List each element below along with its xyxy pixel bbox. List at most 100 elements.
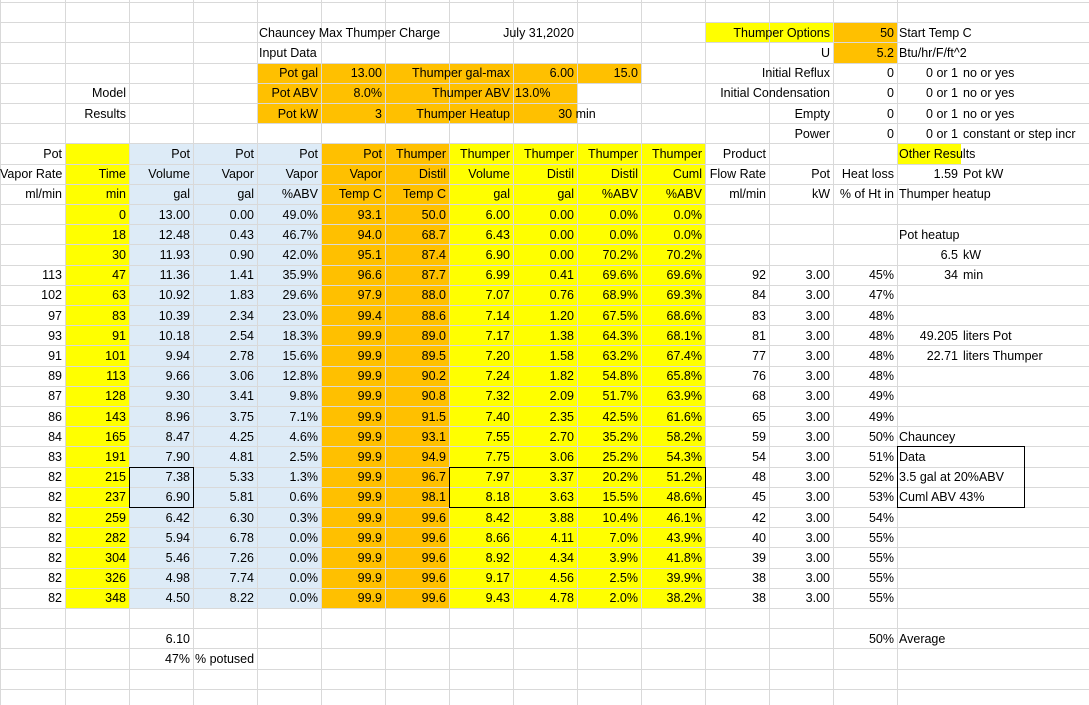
table-cell[interactable]: 54.8% [577, 366, 641, 386]
footer-total[interactable]: 6.10 [129, 629, 193, 649]
table-cell[interactable]: 3.9% [577, 548, 641, 568]
table-cell[interactable]: 83 [65, 306, 129, 326]
table-cell[interactable]: 83 [0, 447, 65, 467]
column-header[interactable]: Pot [769, 164, 833, 184]
thumper-heatup-label[interactable]: Thumper Heatup [385, 104, 513, 124]
table-cell[interactable]: 54 [705, 447, 769, 467]
column-header[interactable]: Pot [321, 144, 385, 164]
table-cell[interactable]: 304 [65, 548, 129, 568]
table-cell[interactable]: 51% [833, 447, 897, 467]
table-cell[interactable]: 1.38 [513, 326, 577, 346]
table-cell[interactable]: 50% [833, 427, 897, 447]
table-cell[interactable]: 49% [833, 386, 897, 406]
table-cell[interactable]: 35.2% [577, 427, 641, 447]
empty-desc1[interactable]: 0 or 1 [897, 104, 961, 124]
table-cell[interactable]: 4.81 [193, 447, 257, 467]
empty-label[interactable]: Empty [641, 104, 833, 124]
table-cell[interactable]: 1.41 [193, 265, 257, 285]
table-cell[interactable]: 8.96 [129, 407, 193, 427]
table-cell[interactable]: 23.0% [257, 306, 321, 326]
table-cell[interactable]: 12.48 [129, 225, 193, 245]
table-cell[interactable]: 143 [65, 407, 129, 427]
table-cell[interactable]: 191 [65, 447, 129, 467]
table-cell[interactable]: 7.24 [449, 366, 513, 386]
power-desc1[interactable]: 0 or 1 [897, 124, 961, 144]
table-cell[interactable]: 99.9 [321, 487, 385, 507]
table-cell[interactable]: 0.0% [257, 528, 321, 548]
table-cell[interactable]: 7.20 [449, 346, 513, 366]
table-cell[interactable]: 0.0% [577, 205, 641, 225]
table-cell[interactable]: 6.30 [193, 508, 257, 528]
pot-kw-label[interactable]: Pot kW [257, 104, 321, 124]
table-cell[interactable]: 5.81 [193, 487, 257, 507]
table-cell[interactable]: 82 [0, 588, 65, 608]
table-cell[interactable]: 50.0 [385, 205, 449, 225]
table-cell[interactable]: 69.3% [641, 285, 705, 305]
table-cell[interactable]: 40 [705, 528, 769, 548]
thumper-gal-max-extra[interactable]: 15.0 [577, 63, 641, 83]
table-cell[interactable]: 99.6 [385, 548, 449, 568]
table-cell[interactable]: 96.7 [385, 467, 449, 487]
table-cell[interactable]: 0.76 [513, 285, 577, 305]
table-cell[interactable]: 7.90 [129, 447, 193, 467]
column-header[interactable]: Distil [577, 164, 641, 184]
table-cell[interactable]: 86 [0, 407, 65, 427]
table-cell[interactable]: 0.0% [641, 225, 705, 245]
table-cell[interactable]: 45 [705, 487, 769, 507]
table-cell[interactable]: 58.2% [641, 427, 705, 447]
table-cell[interactable]: 87.7 [385, 265, 449, 285]
table-cell[interactable]: 38.2% [641, 588, 705, 608]
table-cell[interactable]: 102 [0, 285, 65, 305]
table-cell[interactable]: 45% [833, 265, 897, 285]
pot-abv-label[interactable]: Pot ABV [257, 83, 321, 103]
column-header[interactable]: gal [513, 184, 577, 204]
table-cell[interactable]: 3.00 [769, 326, 833, 346]
table-cell[interactable]: 90.2 [385, 366, 449, 386]
table-cell[interactable]: 0.00 [513, 245, 577, 265]
column-header[interactable]: Volume [449, 164, 513, 184]
footer-average-value[interactable]: 50% [833, 629, 897, 649]
power-desc2[interactable]: constant or step incr [961, 124, 1089, 144]
table-cell[interactable]: 96.6 [321, 265, 385, 285]
table-cell[interactable]: 3.00 [769, 487, 833, 507]
table-cell[interactable]: 6.00 [449, 205, 513, 225]
table-cell[interactable]: 63.2% [577, 346, 641, 366]
table-cell[interactable]: 9.30 [129, 386, 193, 406]
column-header[interactable]: %ABV [257, 184, 321, 204]
empty-value[interactable]: 0 [833, 104, 897, 124]
table-cell[interactable]: 39 [705, 548, 769, 568]
table-cell[interactable]: 94.9 [385, 447, 449, 467]
pot-heatup-kw-value[interactable]: 6.5 [897, 245, 961, 265]
table-cell[interactable]: 3.00 [769, 366, 833, 386]
table-cell[interactable]: 10.18 [129, 326, 193, 346]
initial-condensation-value[interactable]: 0 [833, 83, 897, 103]
table-cell[interactable]: 48% [833, 366, 897, 386]
table-cell[interactable]: 3.00 [769, 306, 833, 326]
other-pot-kw-value[interactable]: 1.59 [897, 164, 961, 184]
sheet-title[interactable]: Chauncey Max Thumper Charge [257, 23, 449, 43]
table-cell[interactable]: 9.66 [129, 366, 193, 386]
table-cell[interactable]: 99.9 [321, 326, 385, 346]
liters-thumper-label[interactable]: liters Thumper [961, 346, 1089, 366]
table-cell[interactable]: 12.8% [257, 366, 321, 386]
table-cell[interactable]: 87.4 [385, 245, 449, 265]
footer-percent-label[interactable]: % potused [193, 649, 321, 669]
table-cell[interactable]: 3.00 [769, 386, 833, 406]
table-cell[interactable]: 2.78 [193, 346, 257, 366]
initial-reflux-desc2[interactable]: no or yes [961, 63, 1089, 83]
table-cell[interactable]: 0.0% [257, 568, 321, 588]
table-cell[interactable]: 84 [0, 427, 65, 447]
table-cell[interactable]: 5.33 [193, 467, 257, 487]
table-cell[interactable]: 7.26 [193, 548, 257, 568]
table-cell[interactable]: 70.2% [641, 245, 705, 265]
table-cell[interactable]: 0.00 [193, 205, 257, 225]
table-cell[interactable]: 54% [833, 508, 897, 528]
table-cell[interactable]: 46.7% [257, 225, 321, 245]
table-cell[interactable]: 1.82 [513, 366, 577, 386]
table-cell[interactable]: 3.00 [769, 548, 833, 568]
table-cell[interactable]: 9.43 [449, 588, 513, 608]
table-cell[interactable]: 83 [705, 306, 769, 326]
table-cell[interactable]: 0.90 [193, 245, 257, 265]
table-cell[interactable]: 99.9 [321, 366, 385, 386]
table-cell[interactable]: 69.6% [577, 265, 641, 285]
